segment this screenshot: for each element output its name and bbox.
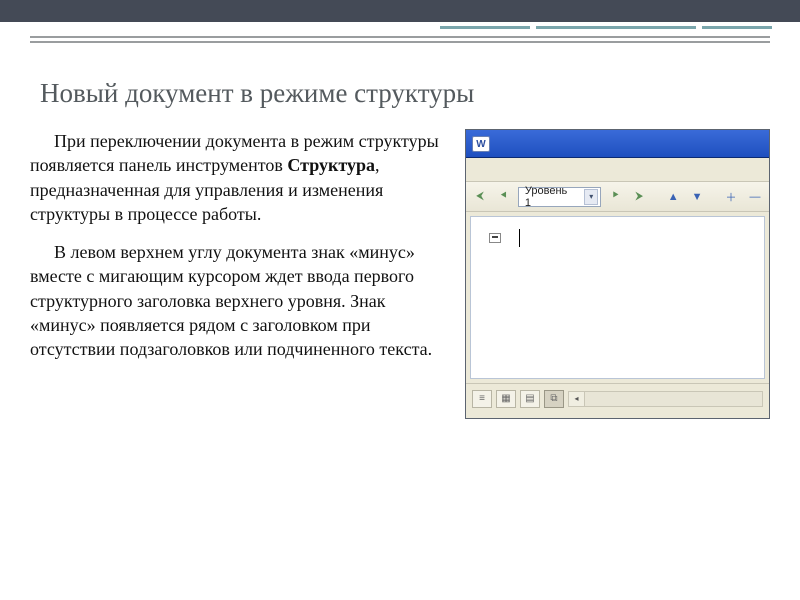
paragraph-1: При переключении документа в режим струк… [30, 129, 447, 226]
p1-bold: Структура [287, 155, 375, 175]
accent-lines [440, 26, 772, 29]
demote-button[interactable]: ⯈ [605, 187, 625, 207]
view-web-button[interactable]: ▦ [496, 390, 516, 408]
expand-button[interactable]: ＋ [721, 187, 741, 207]
document-editing-area[interactable] [470, 216, 765, 379]
outline-level-combo[interactable]: Уровень 1 ▾ [518, 187, 601, 207]
word-doc-icon: W [472, 136, 490, 152]
chevron-down-icon[interactable]: ▾ [584, 189, 598, 205]
outline-minus-icon [489, 233, 505, 247]
slide-top-band [0, 0, 800, 22]
word-window-screenshot: W ⮜ ⯇ Уровень 1 ▾ ⯈ ⮞ ▲ ▼ ＋ — ≡ [465, 129, 770, 419]
scroll-left-icon[interactable]: ◂ [569, 392, 585, 406]
view-outline-button[interactable]: ⧉ [544, 390, 564, 408]
divider [0, 36, 800, 43]
paragraph-2: В левом верхнем углу документа знак «мин… [30, 240, 447, 361]
text-cursor [519, 229, 520, 247]
window-statusbar: ≡ ▦ ▤ ⧉ ◂ [466, 383, 769, 413]
outline-level-label: Уровень 1 [525, 185, 576, 209]
promote-all-button[interactable]: ⮜ [470, 187, 490, 207]
outline-toolbar: ⮜ ⯇ Уровень 1 ▾ ⯈ ⮞ ▲ ▼ ＋ — [466, 182, 769, 212]
body-text: При переключении документа в режим струк… [30, 129, 447, 419]
view-print-button[interactable]: ▤ [520, 390, 540, 408]
horizontal-scrollbar[interactable]: ◂ [568, 391, 763, 407]
move-down-button[interactable]: ▼ [687, 187, 707, 207]
promote-button[interactable]: ⯇ [494, 187, 514, 207]
move-up-button[interactable]: ▲ [663, 187, 683, 207]
slide-title: Новый документ в режиме структуры [40, 78, 760, 109]
window-menubar[interactable] [466, 158, 769, 182]
demote-all-button[interactable]: ⮞ [629, 187, 649, 207]
view-normal-button[interactable]: ≡ [472, 390, 492, 408]
window-titlebar[interactable]: W [466, 130, 769, 158]
collapse-button[interactable]: — [745, 187, 765, 207]
